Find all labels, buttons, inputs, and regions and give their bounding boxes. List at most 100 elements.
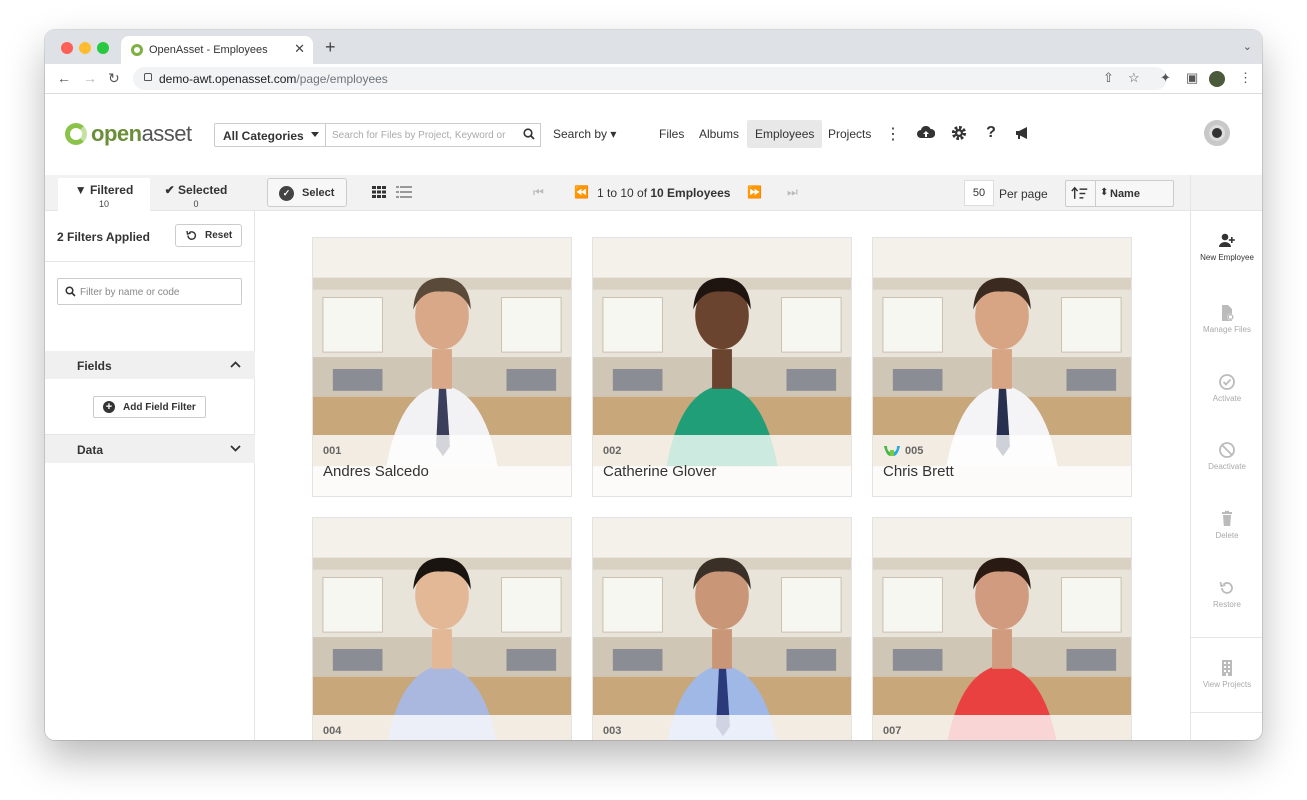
ban-icon bbox=[1219, 442, 1235, 458]
employee-photo bbox=[313, 518, 571, 740]
new-employee-button[interactable]: New Employee bbox=[1191, 232, 1262, 262]
filter-icon: ▼ bbox=[74, 183, 87, 197]
caret-down-icon bbox=[311, 132, 319, 137]
sort-control[interactable]: ⬍ Name bbox=[1065, 180, 1174, 207]
nav-projects[interactable]: Projects bbox=[820, 120, 879, 148]
employee-caption: 001 Andres Salcedo bbox=[313, 435, 571, 496]
delete-button[interactable]: Delete bbox=[1191, 510, 1262, 540]
restore-button[interactable]: Restore bbox=[1191, 579, 1262, 609]
employee-caption: 002 Catherine Glover bbox=[593, 435, 851, 496]
employee-card[interactable]: 004 bbox=[312, 517, 572, 740]
action-panel-header bbox=[1191, 175, 1262, 211]
view-projects-button[interactable]: View Projects bbox=[1191, 659, 1262, 689]
employee-card[interactable]: 003 bbox=[592, 517, 852, 740]
employee-card[interactable]: 001 Andres Salcedo bbox=[312, 237, 572, 497]
address-bar[interactable]: demo-awt.openasset.com/page/employees bbox=[133, 67, 1167, 90]
select-button[interactable]: ✓ Select bbox=[267, 178, 347, 207]
filter-name-input[interactable] bbox=[80, 284, 235, 300]
new-tab-button[interactable]: + bbox=[325, 37, 336, 58]
add-field-filter-button[interactable]: + Add Field Filter bbox=[93, 396, 206, 418]
employee-photo bbox=[593, 518, 851, 740]
close-window-button[interactable] bbox=[61, 42, 73, 54]
sort-updown-icon: ⬍ bbox=[1100, 187, 1109, 198]
employee-photo bbox=[873, 518, 1131, 740]
profile-avatar[interactable] bbox=[1209, 71, 1225, 87]
gear-icon[interactable] bbox=[950, 124, 968, 142]
divider bbox=[1191, 637, 1262, 638]
help-icon[interactable]: ? bbox=[982, 124, 1000, 142]
search-by-dropdown[interactable]: Search by ▾ bbox=[553, 127, 616, 141]
selected-count: 0 bbox=[193, 199, 199, 209]
next-page-icon[interactable]: ⏩ bbox=[747, 185, 762, 199]
filtered-count: 10 bbox=[98, 199, 109, 209]
user-avatar[interactable] bbox=[1204, 120, 1230, 146]
employee-card[interactable]: 005 Chris Brett bbox=[872, 237, 1132, 497]
chevron-up-icon bbox=[230, 361, 241, 368]
employee-name[interactable]: Andres Salcedo bbox=[323, 463, 429, 480]
reload-icon[interactable]: ↻ bbox=[108, 70, 120, 87]
tab-close-icon[interactable]: ✕ bbox=[294, 41, 305, 57]
share-icon[interactable]: ⇧ bbox=[1103, 70, 1114, 86]
extensions-icon[interactable]: ✦ bbox=[1160, 70, 1171, 86]
nav-albums[interactable]: Albums bbox=[691, 120, 747, 148]
per-page-input[interactable]: 50 bbox=[964, 180, 994, 206]
browser-toolbar: ← → ↻ demo-awt.openasset.com/page/employ… bbox=[45, 64, 1262, 94]
employee-code: 004 bbox=[323, 725, 342, 737]
tab-selected[interactable]: ✔ Selected 0 bbox=[150, 178, 242, 211]
employee-name[interactable]: Chris Brett bbox=[883, 463, 954, 480]
search-box bbox=[326, 123, 541, 147]
last-page-icon[interactable]: ⏭ bbox=[787, 185, 798, 200]
add-user-icon bbox=[1219, 233, 1235, 247]
deactivate-button[interactable]: Deactivate bbox=[1191, 441, 1262, 471]
side-panel-icon[interactable]: ▣ bbox=[1186, 70, 1198, 86]
bookmark-star-icon[interactable]: ☆ bbox=[1128, 70, 1140, 86]
manage-files-button[interactable]: Manage Files bbox=[1191, 304, 1262, 334]
forward-icon[interactable]: → bbox=[83, 70, 97, 86]
file-gear-icon bbox=[1222, 305, 1234, 321]
tab-title: OpenAsset - Employees bbox=[149, 44, 268, 56]
employee-caption: 004 bbox=[313, 715, 571, 740]
logo-ring-icon bbox=[65, 123, 87, 145]
browser-tab[interactable]: OpenAsset - Employees ✕ bbox=[121, 36, 313, 64]
restore-icon bbox=[1219, 581, 1233, 594]
megaphone-icon[interactable] bbox=[1013, 124, 1031, 142]
data-section-header[interactable]: Data bbox=[45, 435, 255, 463]
reset-icon bbox=[186, 230, 197, 240]
browser-menu-icon[interactable]: ⋮ bbox=[1239, 70, 1252, 86]
employee-card[interactable]: 002 Catherine Glover bbox=[592, 237, 852, 497]
more-vertical-icon[interactable]: ⋮ bbox=[884, 124, 902, 143]
search-input[interactable] bbox=[326, 124, 514, 146]
sort-direction-icon[interactable] bbox=[1066, 181, 1096, 206]
employee-caption: 007 bbox=[873, 715, 1131, 740]
employee-card[interactable]: 007 bbox=[872, 517, 1132, 740]
employee-name[interactable]: Catherine Glover bbox=[603, 463, 716, 480]
maximize-window-button[interactable] bbox=[97, 42, 109, 54]
tab-search-icon[interactable]: ⌄ bbox=[1243, 40, 1252, 53]
minimize-window-button[interactable] bbox=[79, 42, 91, 54]
nav-employees[interactable]: Employees bbox=[747, 120, 823, 148]
search-icon[interactable] bbox=[523, 128, 535, 140]
activate-icon bbox=[1219, 374, 1235, 390]
employee-caption: 003 bbox=[593, 715, 851, 740]
url-text: demo-awt.openasset.com/page/employees bbox=[159, 72, 388, 86]
tab-filtered[interactable]: ▼ Filtered 10 bbox=[58, 178, 150, 211]
lock-icon bbox=[144, 73, 152, 81]
cloud-upload-icon[interactable] bbox=[917, 124, 935, 142]
nav-files[interactable]: Files bbox=[651, 120, 692, 148]
fields-section-header[interactable]: Fields bbox=[45, 351, 255, 379]
reset-button[interactable]: Reset bbox=[175, 224, 242, 247]
employee-code: 007 bbox=[883, 725, 902, 737]
grid-view-icon[interactable] bbox=[372, 186, 386, 198]
chevron-down-icon bbox=[230, 445, 241, 452]
category-select[interactable]: All Categories bbox=[214, 123, 326, 147]
vendor-badge-icon bbox=[884, 446, 900, 456]
pagination-text: 1 to 10 of 10 Employees bbox=[597, 186, 731, 200]
back-icon[interactable]: ← bbox=[57, 70, 71, 86]
filters-applied-label: 2 Filters Applied bbox=[57, 230, 150, 244]
list-view-icon[interactable] bbox=[396, 186, 412, 198]
prev-page-icon[interactable]: ⏪ bbox=[574, 185, 589, 199]
first-page-icon[interactable]: ⏮ bbox=[533, 185, 544, 200]
check-icon: ✓ bbox=[279, 186, 294, 201]
activate-button[interactable]: Activate bbox=[1191, 373, 1262, 403]
plus-circle-icon: + bbox=[103, 401, 115, 413]
